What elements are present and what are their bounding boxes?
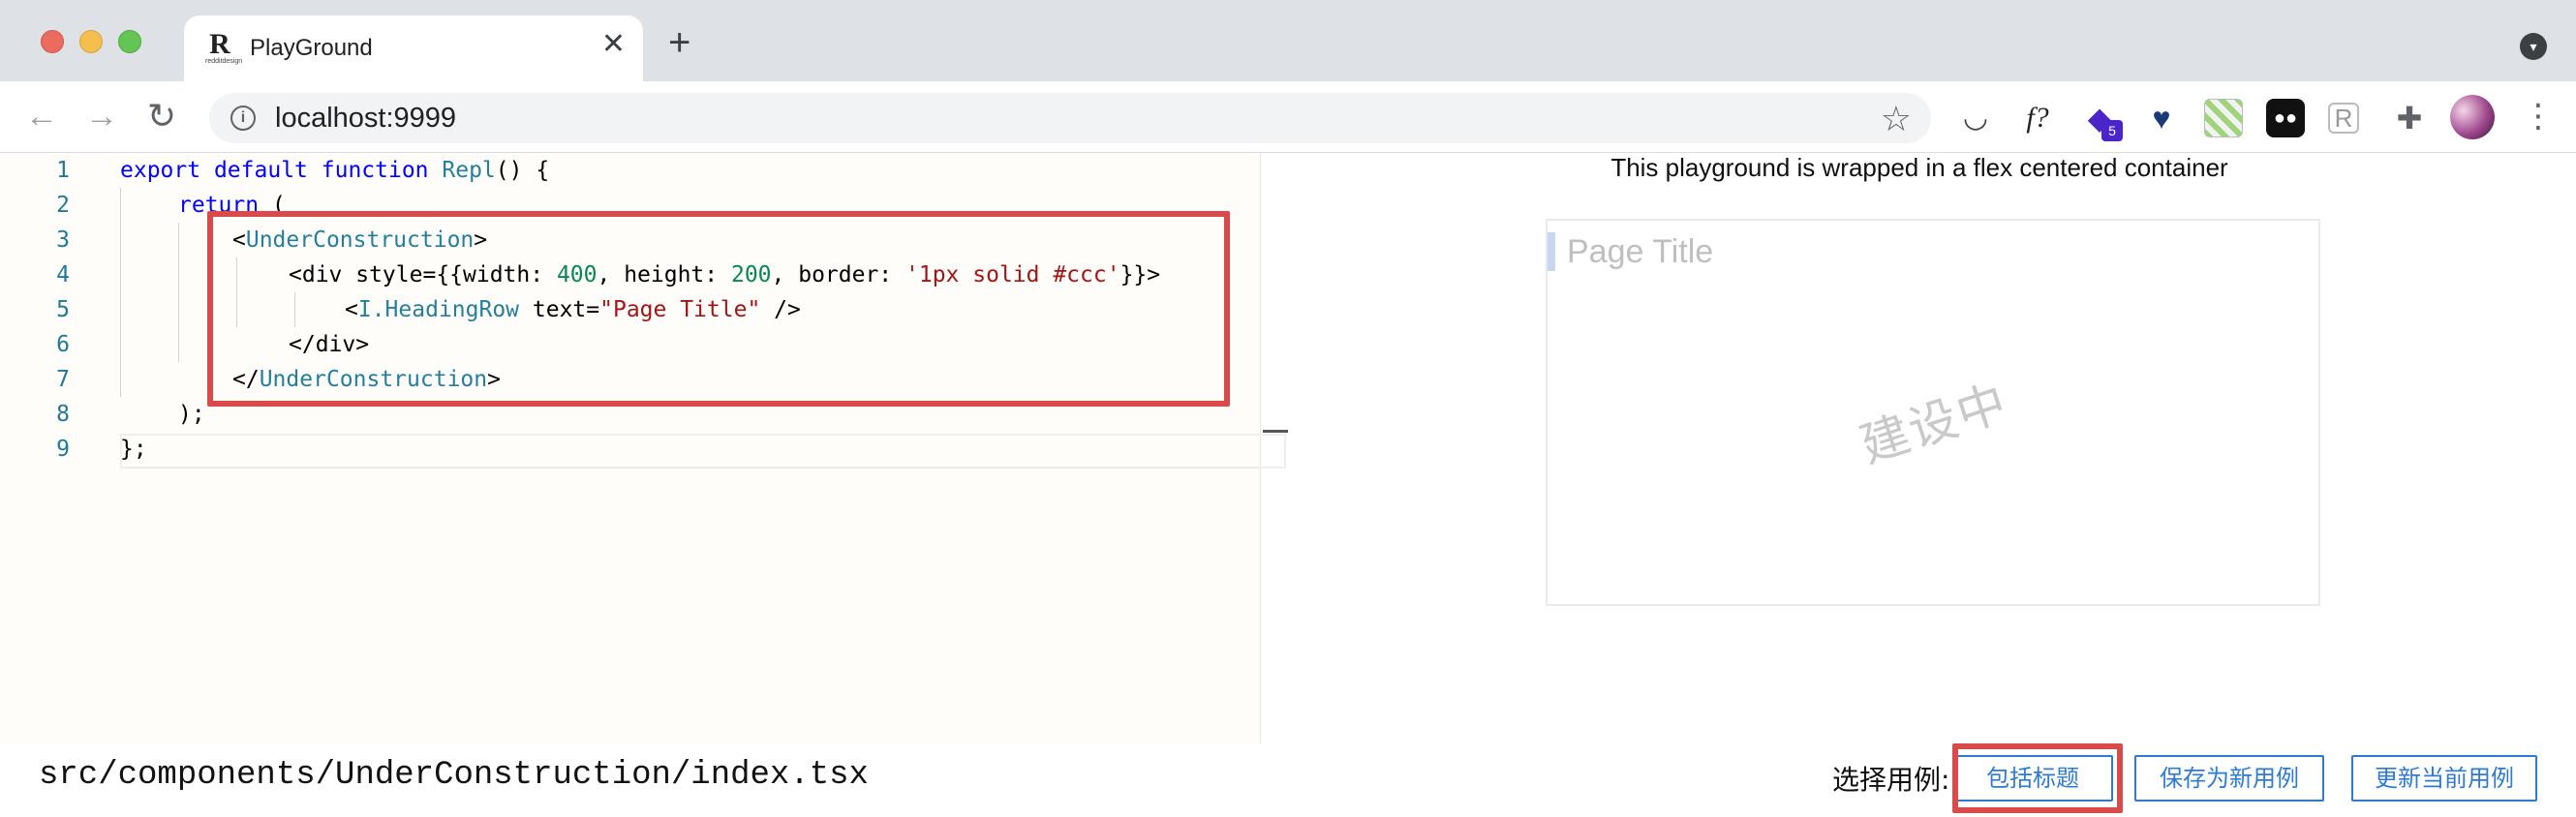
stack-extension-icon[interactable]: ◆ 5 <box>2080 99 2123 141</box>
close-tab-icon[interactable]: ✕ <box>601 29 626 60</box>
r-extension-icon[interactable]: R <box>2328 103 2359 134</box>
save-new-case-button[interactable]: 保存为新用例 <box>2134 755 2324 802</box>
url-text[interactable]: localhost:9999 <box>275 103 456 135</box>
file-path: src/components/UnderConstruction/index.t… <box>39 757 869 794</box>
formula-extension-icon[interactable]: f? <box>2018 99 2057 137</box>
line-number: 1 <box>56 158 70 183</box>
site-info-icon[interactable]: i <box>230 106 256 131</box>
back-button[interactable]: ← <box>25 97 58 136</box>
line-number: 6 <box>56 332 70 357</box>
under-construction-watermark: 建设中 <box>1854 374 2015 474</box>
heading-row: Page Title <box>1548 232 1713 271</box>
bookmark-star-icon[interactable]: ☆ <box>1881 99 1912 139</box>
button-highlight-box <box>1952 743 2123 813</box>
code-line[interactable]: 9 }; <box>0 432 1278 467</box>
close-window-button[interactable] <box>41 30 64 53</box>
page-content: 1 export default function Repl() { 2 ret… <box>0 153 2576 817</box>
line-number: 2 <box>56 193 70 218</box>
grid-extension-icon[interactable] <box>2204 99 2243 137</box>
line-number: 5 <box>56 297 70 322</box>
reload-button[interactable]: ↻ <box>147 97 176 136</box>
line-number: 3 <box>56 227 70 253</box>
forward-button[interactable]: → <box>85 97 118 136</box>
favicon-icon: R redditdesign <box>205 28 243 66</box>
tab-bar: R redditdesign PlayGround ✕ + ▾ <box>0 0 2576 81</box>
code-text[interactable]: }; <box>120 432 147 467</box>
active-tab[interactable]: R redditdesign PlayGround ✕ <box>184 15 643 81</box>
browser-toolbar: ← → ↻ i localhost:9999 ☆ <box>0 81 2576 153</box>
extensions-puzzle-icon[interactable]: ✚ <box>2390 99 2429 137</box>
line-number: 4 <box>56 262 70 287</box>
extension-badge: 5 <box>2101 120 2123 141</box>
zoom-window-button[interactable] <box>118 30 141 53</box>
case-select-label: 选择用例: <box>1832 764 1950 796</box>
heart-extension-icon[interactable]: ♥ <box>2142 99 2181 137</box>
browser-menu-icon[interactable]: ⋮ <box>2522 97 2555 136</box>
code-editor[interactable]: 1 export default function Repl() { 2 ret… <box>0 153 1286 743</box>
under-construction-card: Page Title 建设中 <box>1546 219 2320 606</box>
line-number: 7 <box>56 367 70 392</box>
address-bar[interactable]: i localhost:9999 ☆ <box>209 93 1931 143</box>
line-number: 8 <box>56 402 70 427</box>
tab-title: PlayGround <box>250 35 373 61</box>
mask-extension-icon[interactable]: ●● <box>2266 99 2305 137</box>
preview-pane: This playground is wrapped in a flex cen… <box>1263 153 2576 743</box>
code-highlight-box <box>207 211 1230 407</box>
pocket-extension-icon[interactable]: ◡ <box>1956 99 1995 137</box>
new-tab-button[interactable]: + <box>668 23 690 62</box>
preview-caption: This playground is wrapped in a flex cen… <box>1610 153 2228 182</box>
minimize-window-button[interactable] <box>79 30 103 53</box>
code-text[interactable]: ); <box>178 397 205 432</box>
tab-search-button[interactable]: ▾ <box>2520 33 2547 60</box>
update-current-case-button[interactable]: 更新当前用例 <box>2351 755 2537 802</box>
code-text[interactable]: export default function Repl() { <box>120 153 549 188</box>
code-line[interactable]: 1 export default function Repl() { <box>0 153 1278 188</box>
line-number: 9 <box>56 437 70 462</box>
profile-avatar[interactable] <box>2450 95 2495 139</box>
